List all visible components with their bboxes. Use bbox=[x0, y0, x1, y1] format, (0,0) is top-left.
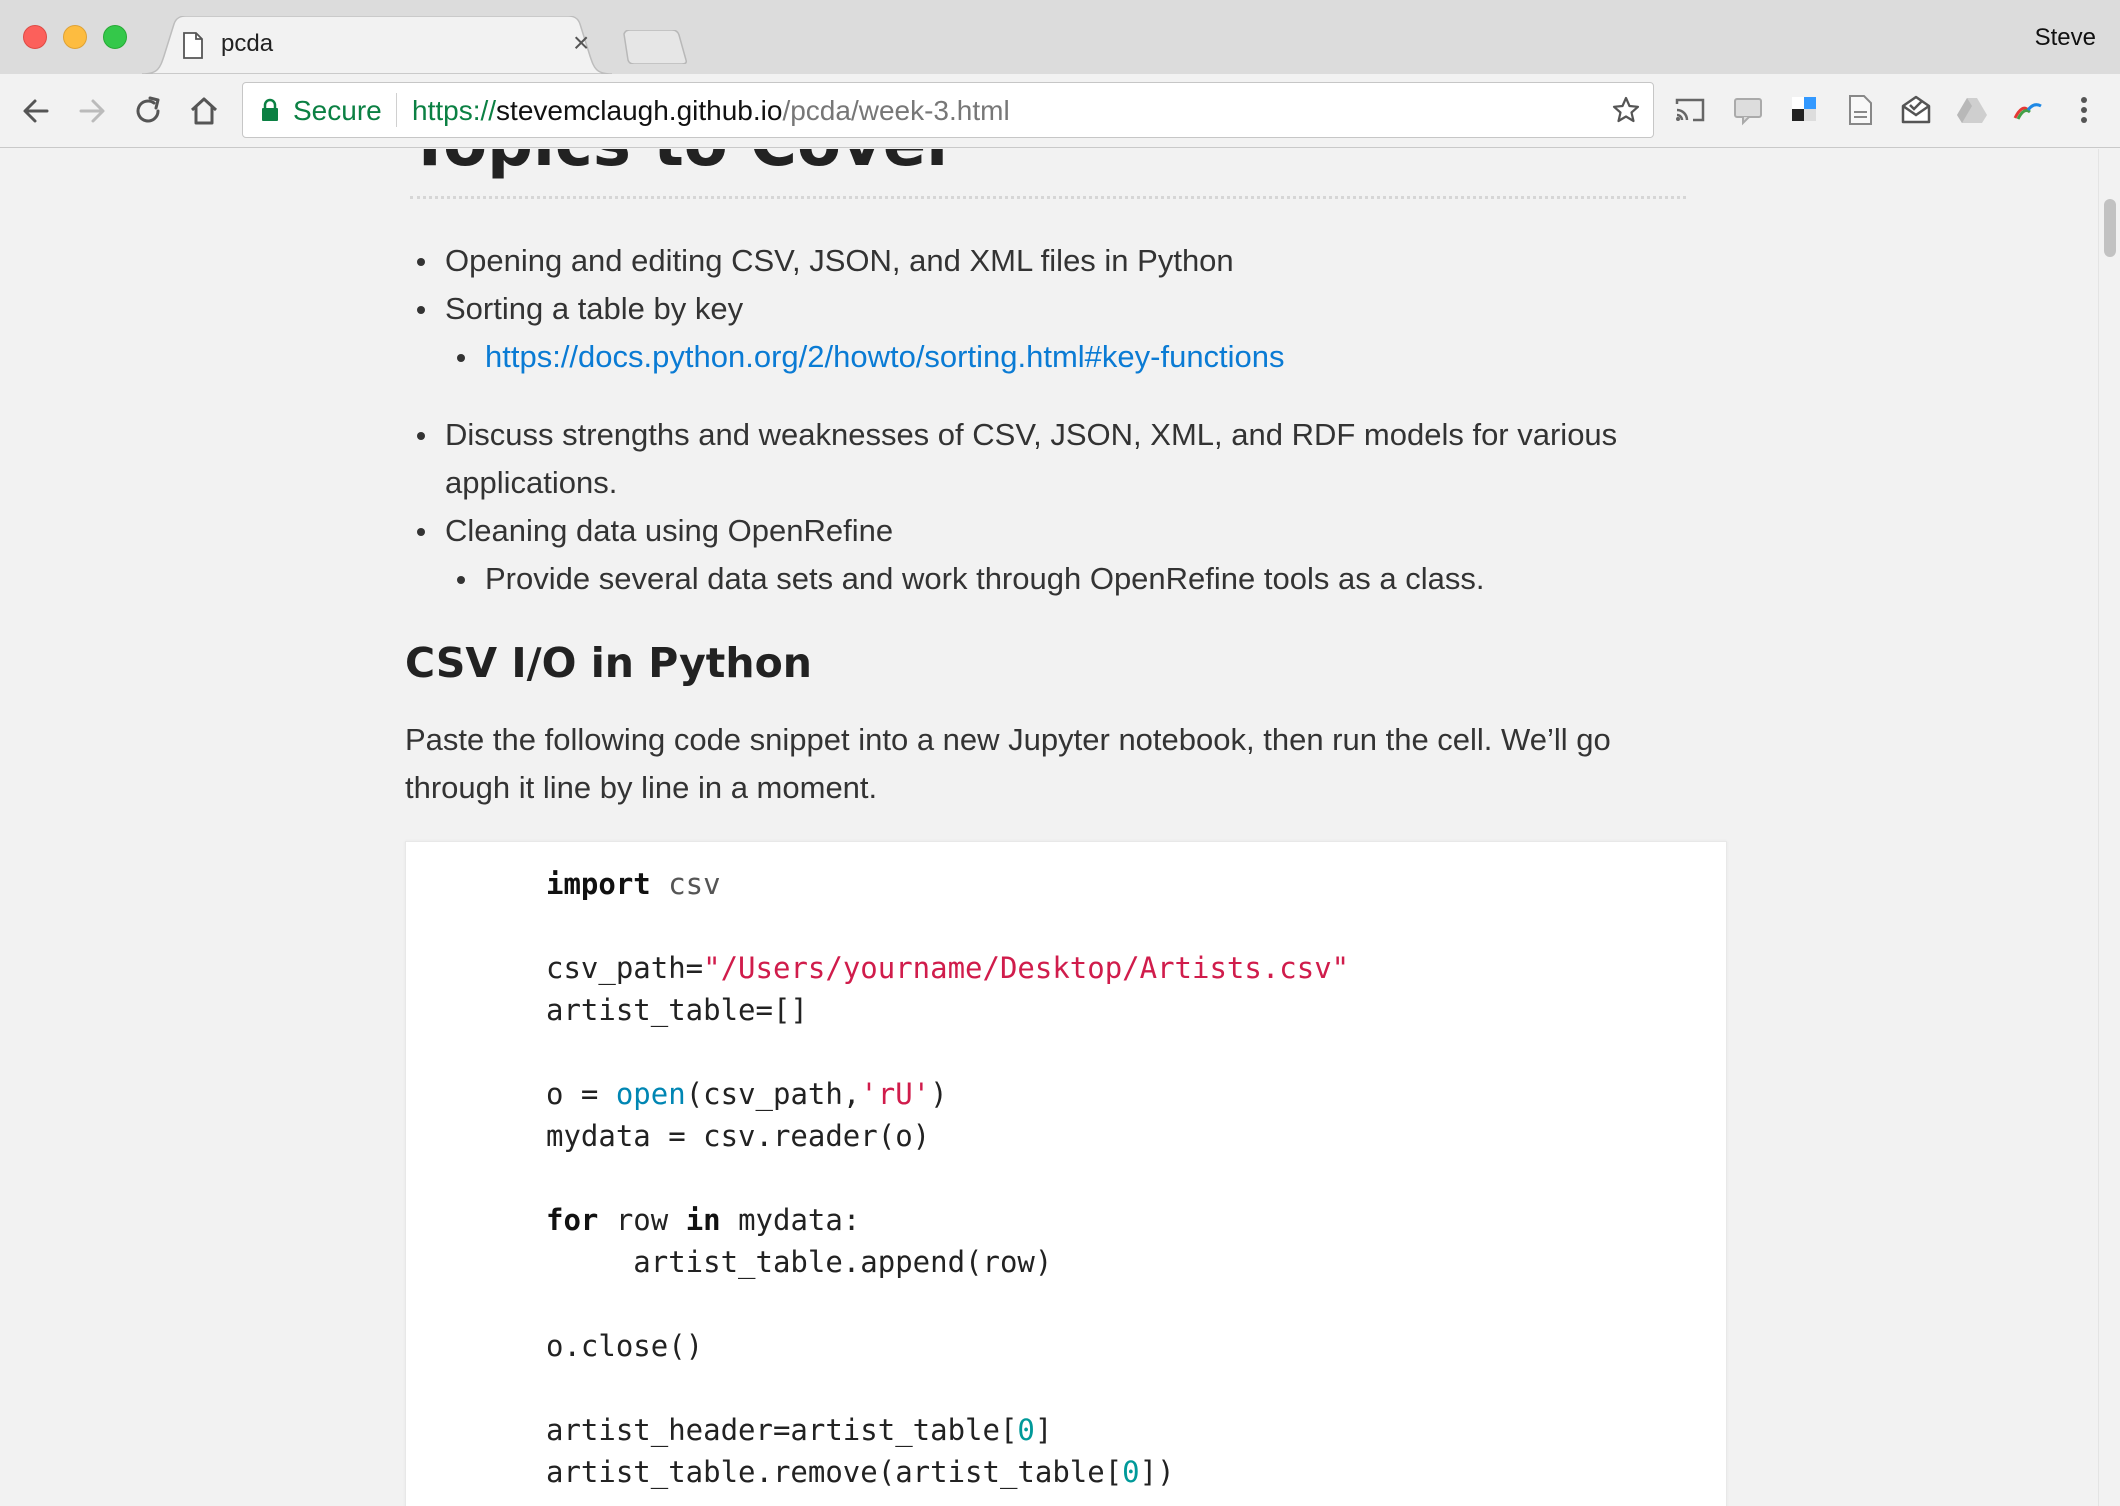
url-path: /pcda/week-3.html bbox=[782, 95, 1010, 126]
code-line: artist_table.remove(artist_table[0]) bbox=[546, 1455, 1175, 1489]
tab-pcda[interactable]: pcda × bbox=[176, 16, 610, 74]
new-tab-button[interactable] bbox=[620, 30, 690, 64]
code-line: artist_header=artist_table[0] bbox=[546, 1413, 1053, 1447]
tab-close-icon[interactable]: × bbox=[573, 28, 589, 58]
forward-arrow-icon[interactable] bbox=[73, 92, 111, 130]
delicious-extension-icon[interactable] bbox=[1786, 92, 1822, 128]
omnibox-divider bbox=[396, 93, 397, 127]
url-host: stevemclaugh.github.io bbox=[496, 95, 783, 126]
profile-name[interactable]: Steve bbox=[2035, 24, 2096, 52]
page-icon bbox=[183, 32, 203, 59]
drive-icon[interactable] bbox=[1954, 92, 1990, 128]
back-arrow-icon[interactable] bbox=[17, 92, 55, 130]
vertical-scrollbar[interactable] bbox=[2098, 149, 2120, 1506]
url-text[interactable]: https://stevemclaugh.github.io/pcda/week… bbox=[412, 95, 1010, 127]
close-window-button[interactable] bbox=[23, 25, 47, 49]
browser-toolbar: Secure https://stevemclaugh.github.io/pc… bbox=[0, 74, 2120, 148]
secure-label: Secure bbox=[293, 95, 382, 126]
maximize-window-button[interactable] bbox=[103, 25, 127, 49]
mail-extension-icon[interactable] bbox=[1898, 92, 1934, 128]
code-line: artist_table=[] bbox=[546, 993, 808, 1027]
menu-kebab-icon[interactable] bbox=[2066, 92, 2102, 128]
bookmark-star-icon[interactable] bbox=[1611, 95, 1641, 125]
reload-icon[interactable] bbox=[129, 92, 167, 130]
code-line: mydata = csv.reader(o) bbox=[546, 1119, 931, 1153]
code-line: csv_path="/Users/yourname/Desktop/Artist… bbox=[546, 951, 1350, 985]
code-block bbox=[405, 841, 1727, 1506]
home-icon[interactable] bbox=[185, 92, 223, 130]
rainbow-extension-icon[interactable] bbox=[2010, 92, 2046, 128]
code-line: o = open(csv_path,'rU') bbox=[546, 1077, 948, 1111]
lock-icon bbox=[262, 98, 278, 121]
title-bar: pcda × Steve bbox=[0, 0, 2120, 74]
code-clip: import csv csv_path="/Users/yourname/Des… bbox=[0, 149, 2098, 1506]
code-line: import csv bbox=[546, 867, 721, 901]
address-bar[interactable]: Secure https://stevemclaugh.github.io/pc… bbox=[242, 82, 1654, 138]
scrollbar-thumb[interactable] bbox=[2104, 199, 2116, 257]
cast-icon[interactable] bbox=[1672, 92, 1708, 128]
url-scheme: https:// bbox=[412, 95, 497, 126]
minimize-window-button[interactable] bbox=[63, 25, 87, 49]
document-extension-icon[interactable] bbox=[1842, 92, 1878, 128]
code-line: o.close() bbox=[546, 1329, 704, 1363]
tab-title: pcda bbox=[221, 30, 274, 57]
chat-extension-icon[interactable] bbox=[1730, 92, 1766, 128]
code-line: artist_table.append(row) bbox=[546, 1245, 1053, 1279]
code-line: for row in mydata: bbox=[546, 1203, 861, 1237]
code-block-inner bbox=[432, 842, 1702, 1506]
